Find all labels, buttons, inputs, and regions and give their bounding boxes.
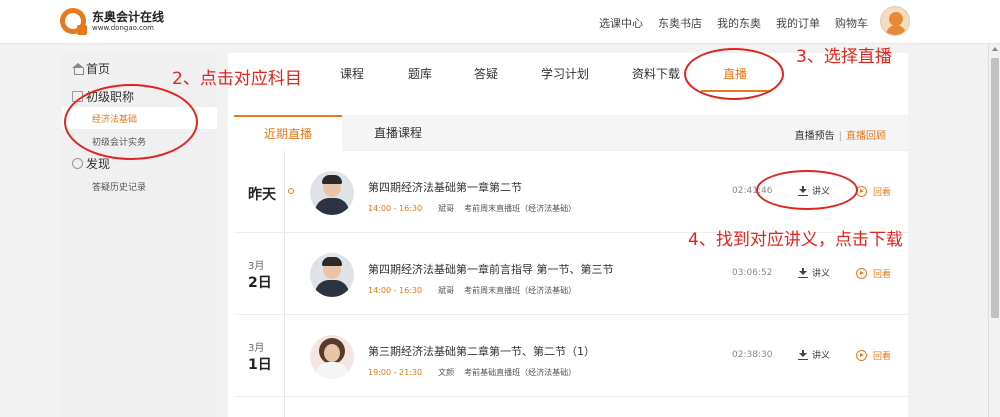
row-meta: 14:00 - 16:30 斌哥 考前周末直播班（经济法基础） (368, 285, 576, 296)
replay-button[interactable]: 回看 (856, 267, 891, 280)
row-meta: 19:00 - 21:30 文颜 考前基础直播班（经济法基础） (368, 367, 576, 378)
row-title[interactable]: 第三期经济法基础第二章第一节、第二节（1） (368, 343, 595, 359)
row-time: 19:00 - 21:30 (368, 368, 423, 377)
sidebar-home[interactable]: 首页 (72, 60, 110, 77)
user-avatar[interactable] (880, 6, 910, 36)
row-date-day: 昨天 (248, 187, 276, 203)
nav-my-dongao[interactable]: 我的东奥 (717, 15, 761, 31)
play-icon (856, 350, 867, 361)
annotation-ellipse-live (684, 48, 784, 100)
download-icon (798, 349, 808, 360)
page-scrollbar[interactable] (988, 44, 1000, 417)
sidebar-item-qa-history[interactable]: 答疑历史记录 (92, 180, 146, 193)
live-links: 直播预告 | 直播回顾 (794, 131, 886, 142)
row-date-day: 2日 (248, 275, 272, 291)
sidebar-home-label: 首页 (86, 62, 111, 76)
row-teacher: 斌哥 (438, 204, 455, 213)
scroll-thumb[interactable] (991, 58, 999, 318)
tab-study-plan[interactable]: 学习计划 (541, 65, 589, 82)
annotation-ellipse-subject (64, 84, 198, 160)
play-icon (856, 268, 867, 279)
annotation-step3: 3、选择直播 (796, 47, 892, 67)
tab-question-bank[interactable]: 题库 (408, 65, 432, 82)
nav-my-orders[interactable]: 我的订单 (776, 15, 820, 31)
teacher-avatar (310, 171, 354, 215)
sub-tabs: 近期直播 直播课程 直播预告 | 直播回顾 (234, 115, 908, 151)
row-teacher: 文颜 (438, 368, 455, 377)
annotation-ellipse-handout (756, 170, 858, 210)
nav-cart[interactable]: 购物车 (835, 15, 868, 31)
row-course: 考前周末直播班（经济法基础） (464, 286, 577, 295)
row-date-day: 1日 (248, 357, 272, 373)
handout-download-button[interactable]: 讲义 (798, 266, 830, 279)
logo-mark-icon (60, 8, 87, 35)
replay-label: 回看 (873, 270, 892, 280)
tab-courses[interactable]: 课程 (340, 65, 364, 82)
link-live-preview[interactable]: 直播预告 (795, 131, 835, 142)
download-icon (798, 267, 808, 278)
subtab-live-courses[interactable]: 直播课程 (374, 115, 422, 151)
top-header: 东奥会计在线 www.dongao.com 选课中心 东奥书店 我的东奥 我的订… (0, 0, 1000, 44)
replay-label: 回看 (873, 352, 892, 362)
replay-button[interactable]: 回看 (856, 185, 891, 198)
replay-label: 回看 (873, 188, 892, 198)
handout-label: 讲义 (812, 351, 831, 361)
site-logo[interactable]: 东奥会计在线 www.dongao.com (60, 8, 165, 35)
annotation-step2: 2、点击对应科目 (172, 69, 302, 89)
row-course: 考前基础直播班（经济法基础） (464, 368, 577, 377)
top-nav: 选课中心 东奥书店 我的东奥 我的订单 购物车 (584, 15, 868, 31)
row-date-month: 3月 (248, 343, 265, 354)
subtab-recent-live[interactable]: 近期直播 (234, 115, 342, 151)
row-time: 14:00 - 16:30 (368, 204, 423, 213)
sidebar-discover[interactable]: 发现 (72, 155, 110, 172)
logo-name: 东奥会计在线 (92, 9, 165, 24)
link-live-review[interactable]: 直播回顾 (846, 131, 886, 142)
logo-url: www.dongao.com (92, 23, 154, 32)
annotation-step4: 4、找到对应讲义，点击下载 (688, 230, 903, 250)
tab-qa[interactable]: 答疑 (474, 65, 498, 82)
compass-icon (72, 158, 83, 169)
row-course: 考前周末直播班（经济法基础） (464, 204, 577, 213)
row-title[interactable]: 第四期经济法基础第一章第二节 (368, 179, 522, 195)
row-duration: 02:38:30 (732, 350, 773, 360)
handout-download-button[interactable]: 讲义 (798, 348, 830, 361)
nav-course-center[interactable]: 选课中心 (599, 15, 643, 31)
teacher-avatar (310, 335, 354, 379)
row-meta: 14:00 - 16:30 斌哥 考前周末直播班（经济法基础） (368, 203, 576, 214)
home-icon (72, 63, 84, 75)
row-date-month: 3月 (248, 261, 265, 272)
row-time: 14:00 - 16:30 (368, 286, 423, 295)
row-teacher: 斌哥 (438, 286, 455, 295)
replay-button[interactable]: 回看 (856, 349, 891, 362)
row-title[interactable]: 第四期经济法基础第一章前言指导 第一节、第三节 (368, 261, 614, 277)
live-row: 3月 1日 第三期经济法基础第二章第一节、第二节（1） 19:00 - 21:3… (234, 315, 908, 397)
timeline-dot-icon (288, 188, 294, 194)
teacher-avatar (310, 253, 354, 297)
row-duration: 03:06:52 (732, 268, 773, 278)
handout-label: 讲义 (812, 269, 831, 279)
scroll-up-icon[interactable] (992, 47, 998, 51)
tab-downloads[interactable]: 资料下载 (632, 65, 680, 82)
nav-bookstore[interactable]: 东奥书店 (658, 15, 702, 31)
